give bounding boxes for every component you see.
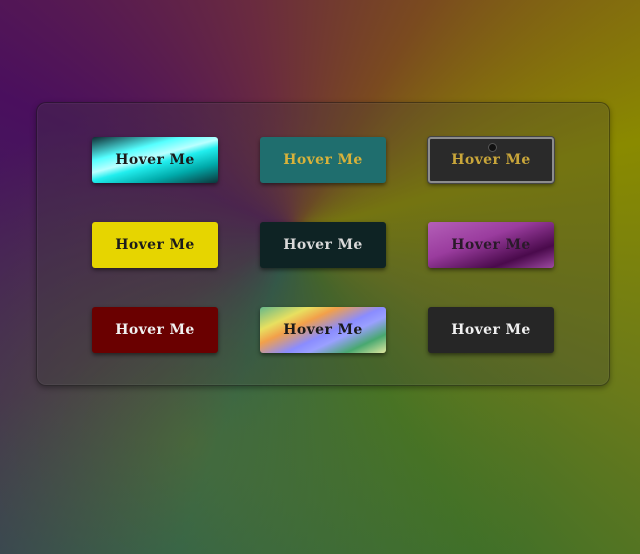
button-label: Hover Me bbox=[283, 152, 363, 168]
button-label: Hover Me bbox=[451, 152, 531, 168]
button-label: Hover Me bbox=[115, 237, 195, 253]
hover-button-dark-teal[interactable]: Hover Me bbox=[260, 222, 386, 268]
hover-button-dark-outlined[interactable]: Hover Me bbox=[428, 137, 554, 183]
hover-button-maroon[interactable]: Hover Me bbox=[92, 307, 218, 353]
button-showcase-panel: Hover Me Hover Me Hover Me Hover Me Hove… bbox=[36, 102, 610, 386]
cursor-dot-icon bbox=[488, 143, 497, 152]
hover-button-yellow[interactable]: Hover Me bbox=[92, 222, 218, 268]
button-label: Hover Me bbox=[283, 237, 363, 253]
button-label: Hover Me bbox=[451, 237, 531, 253]
button-label: Hover Me bbox=[115, 152, 195, 168]
button-label: Hover Me bbox=[451, 322, 531, 338]
hover-button-charcoal[interactable]: Hover Me bbox=[428, 307, 554, 353]
hover-button-cyan-gradient[interactable]: Hover Me bbox=[92, 137, 218, 183]
hover-button-teal[interactable]: Hover Me bbox=[260, 137, 386, 183]
hover-button-purple-gradient[interactable]: Hover Me bbox=[428, 222, 554, 268]
button-label: Hover Me bbox=[115, 322, 195, 338]
button-label: Hover Me bbox=[283, 322, 363, 338]
hover-button-rainbow-gradient[interactable]: Hover Me bbox=[260, 307, 386, 353]
